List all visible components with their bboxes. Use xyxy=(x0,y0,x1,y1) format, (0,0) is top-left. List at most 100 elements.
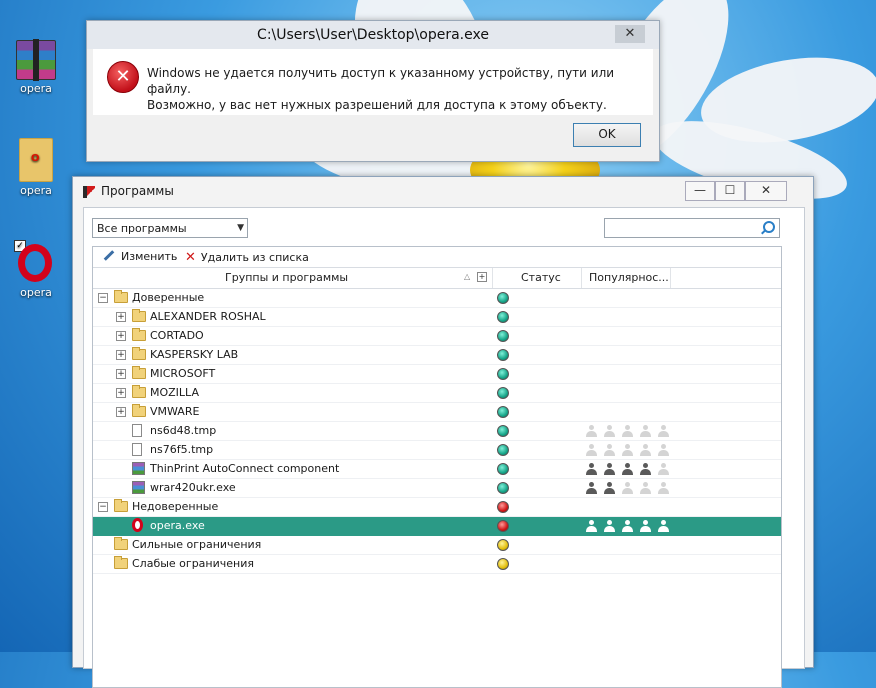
tree-row[interactable]: ns6d48.tmp xyxy=(93,422,781,441)
person-icon xyxy=(658,444,669,456)
column-header-name[interactable]: Группы и программы xyxy=(225,271,348,284)
tree-row[interactable]: wrar420ukr.exe xyxy=(93,479,781,498)
error-icon: ✕ xyxy=(107,61,139,93)
error-message-line-2: Возможно, у вас нет нужных разрешений дл… xyxy=(147,98,607,112)
programs-tree-panel: Изменить ✕ Удалить из списка Группы и про… xyxy=(92,246,782,688)
folder-icon xyxy=(132,385,146,398)
tree-row[interactable]: + ALEXANDER ROSHAL xyxy=(93,308,781,327)
error-dialog-body: ✕ Windows не удается получить доступ к у… xyxy=(93,49,653,115)
person-icon xyxy=(622,463,633,475)
tree-row-label: CORTADO xyxy=(150,329,204,342)
person-icon xyxy=(640,482,651,494)
tree-row-label: ThinPrint AutoConnect component xyxy=(150,462,340,475)
remove-from-list-button[interactable]: ✕ Удалить из списка xyxy=(185,250,309,265)
column-header-status[interactable]: Статус xyxy=(521,271,561,284)
expand-icon[interactable]: + xyxy=(116,350,126,360)
expand-icon[interactable]: + xyxy=(116,369,126,379)
person-icon xyxy=(586,482,597,494)
tree-row-label: opera.exe xyxy=(150,519,205,532)
collapse-icon[interactable]: − xyxy=(98,502,108,512)
close-button[interactable]: ✕ xyxy=(745,181,787,201)
tree-row[interactable]: + MICROSOFT xyxy=(93,365,781,384)
desktop-icon-opera-archive[interactable]: opera xyxy=(6,39,66,95)
folder-icon xyxy=(132,366,146,379)
search-input[interactable] xyxy=(604,218,780,238)
person-icon xyxy=(640,520,651,532)
tree-row[interactable]: ThinPrint AutoConnect component xyxy=(93,460,781,479)
opera-logo-icon xyxy=(132,518,143,532)
expand-icon[interactable]: + xyxy=(116,407,126,417)
folder-icon xyxy=(132,309,146,322)
status-green-icon xyxy=(497,463,509,475)
column-divider xyxy=(492,268,493,288)
status-green-icon xyxy=(497,330,509,342)
desktop-icon-label: opera xyxy=(20,286,52,299)
tree-row[interactable]: opera.exe xyxy=(93,517,781,536)
status-red-icon xyxy=(497,501,509,513)
application-icon xyxy=(132,481,145,494)
folder-icon xyxy=(114,537,128,550)
chevron-down-icon: ▼ xyxy=(237,223,244,233)
status-green-icon xyxy=(497,425,509,437)
folder-icon xyxy=(19,138,53,182)
tree-row-label: ns76f5.tmp xyxy=(150,443,214,456)
person-icon xyxy=(586,463,597,475)
tree-row-label: Недоверенные xyxy=(132,500,219,513)
remove-label: Удалить из списка xyxy=(200,251,309,264)
file-icon xyxy=(132,443,142,456)
person-icon xyxy=(586,425,597,437)
edit-button[interactable]: Изменить xyxy=(103,249,177,263)
tree-row[interactable]: + VMWARE xyxy=(93,403,781,422)
expand-icon[interactable]: + xyxy=(116,388,126,398)
person-icon xyxy=(658,425,669,437)
minimize-button[interactable]: — xyxy=(685,181,715,201)
error-dialog-title: C:\Users\User\Desktop\opera.exe xyxy=(257,27,489,43)
tree-row[interactable]: − Доверенные xyxy=(93,289,781,308)
desktop-icon-opera-folder[interactable]: opera xyxy=(6,138,66,197)
tree-row-label: MICROSOFT xyxy=(150,367,216,380)
ok-button[interactable]: OK xyxy=(573,123,641,147)
programs-window-titlebar[interactable]: Программы — ☐ ✕ xyxy=(73,177,813,205)
tree-row[interactable]: Сильные ограничения xyxy=(93,536,781,555)
desktop-icon-opera-exe[interactable]: ✓ opera xyxy=(6,240,66,299)
kaspersky-logo-icon xyxy=(83,186,95,198)
expand-icon[interactable]: + xyxy=(116,331,126,341)
search-icon[interactable] xyxy=(763,221,775,233)
person-icon xyxy=(658,463,669,475)
tree-row[interactable]: + CORTADO xyxy=(93,327,781,346)
programs-window: Программы — ☐ ✕ Все программы ▼ Изменить… xyxy=(72,176,814,688)
person-icon xyxy=(586,520,597,532)
program-filter-select[interactable]: Все программы ▼ xyxy=(92,218,248,238)
popularity-rating xyxy=(586,444,676,456)
error-dialog-titlebar[interactable]: C:\Users\User\Desktop\opera.exe ✕ xyxy=(87,21,659,49)
expand-icon[interactable]: + xyxy=(116,312,126,322)
tree-row[interactable]: + KASPERSKY LAB xyxy=(93,346,781,365)
column-header-popularity[interactable]: Популярнос... xyxy=(589,271,669,284)
status-green-icon xyxy=(497,292,509,304)
delete-icon: ✕ xyxy=(185,250,196,265)
popularity-rating xyxy=(586,425,676,437)
column-divider xyxy=(670,268,671,288)
tree-row[interactable]: Слабые ограничения xyxy=(93,555,781,574)
expand-all-icon[interactable]: + xyxy=(477,272,487,282)
file-icon xyxy=(132,424,142,437)
programs-toolbar: Изменить ✕ Удалить из списка xyxy=(93,247,781,268)
maximize-button[interactable]: ☐ xyxy=(715,181,745,201)
person-icon xyxy=(622,425,633,437)
person-icon xyxy=(604,425,615,437)
tree-row[interactable]: ns76f5.tmp xyxy=(93,441,781,460)
status-red-icon xyxy=(497,520,509,532)
application-icon xyxy=(132,462,145,475)
error-dialog-close-button[interactable]: ✕ xyxy=(615,25,645,43)
tree-row[interactable]: + MOZILLA xyxy=(93,384,781,403)
programs-content: Все программы ▼ Изменить ✕ Удалить из спи… xyxy=(83,207,805,688)
tree-row[interactable]: − Недоверенные xyxy=(93,498,781,517)
status-green-icon xyxy=(497,387,509,399)
error-message-line-1: Windows не удается получить доступ к ука… xyxy=(147,66,615,96)
tree-row-label: Слабые ограничения xyxy=(132,557,254,570)
person-icon xyxy=(604,463,615,475)
collapse-icon[interactable]: − xyxy=(98,293,108,303)
tree-row-label: ALEXANDER ROSHAL xyxy=(150,310,266,323)
status-green-icon xyxy=(497,311,509,323)
status-green-icon xyxy=(497,444,509,456)
